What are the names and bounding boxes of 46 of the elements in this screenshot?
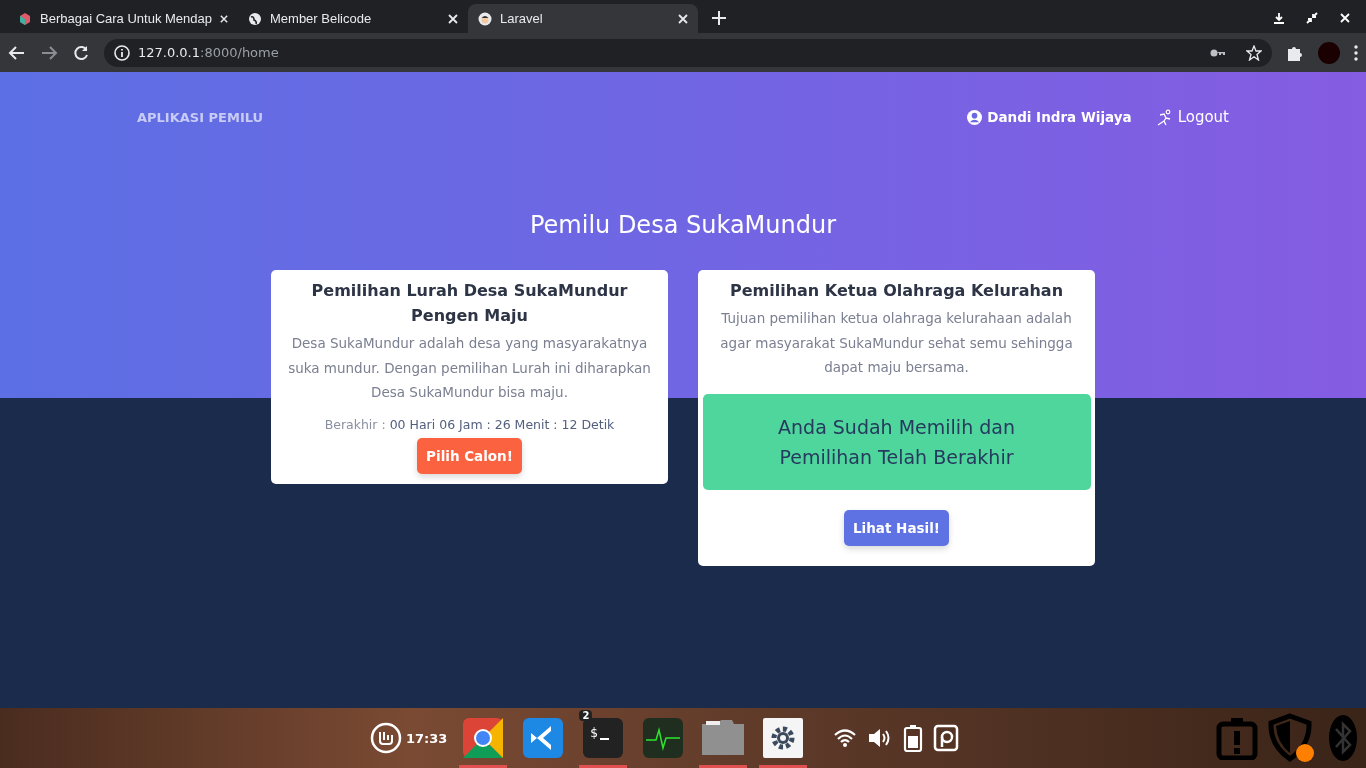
view-results-button[interactable]: Lihat Hasil! [844,509,949,546]
page-heading: Pemilu Desa SukaMundur [529,211,837,241]
chrome-icon[interactable] [463,718,504,758]
tab-title: Berbagai Cara Untuk Mendap [40,11,212,26]
key-icon[interactable] [1210,47,1226,58]
close-icon[interactable] [678,13,688,24]
card-description: Tujuan pemilihan ketua olahraga kelurahaan adalah agar masyarakat SukaMundur sehat semu sehingga dapat maju bersama. [719,309,1074,377]
clock-text: 17:33 [406,730,448,746]
url-text: 127.0.0.1:8000/home [138,45,279,60]
tab-title: Member Belicode [270,11,373,26]
forward-arrow-icon[interactable] [40,43,58,62]
user-icon [967,109,983,125]
countdown-text: Berakhir : 00 Hari 06 Jam : 26 Menit : 12 Detik [324,416,615,432]
activity-monitor-icon[interactable] [643,718,684,758]
tab-title: Laravel [500,11,544,26]
star-icon[interactable] [1246,44,1262,61]
browser-tab[interactable]: Berbagai Cara Untuk Mendap [8,4,238,33]
notification-badge: 2 [579,710,593,721]
info-icon[interactable] [114,44,130,61]
battery-icon[interactable] [903,724,924,752]
alert-clipboard-icon[interactable] [1216,716,1258,760]
card-title: Pemilihan Lurah Desa SukaMundur Pengen Maju [310,280,629,327]
card-description: Desa SukaMundur adalah desa yang masyarakatnya suka mundur. Dengan pemilihan Lurah ini diharapkan Desa SukaMundur bisa maju. [287,334,652,402]
cube-icon [18,11,32,26]
browser-tab[interactable]: Laravel [468,4,698,33]
folder-icon[interactable] [700,718,747,756]
new-tab-icon[interactable] [712,11,726,25]
browser-tab[interactable]: Member Belicode [238,4,468,33]
terminal-icon[interactable]: $ [583,718,624,758]
reload-icon[interactable] [72,43,90,62]
running-person-icon [1155,108,1173,126]
menu-icon[interactable] [1354,44,1358,61]
code-editor-icon[interactable] [523,718,564,758]
address-bar[interactable]: 127.0.0.1:8000/home [104,38,1272,67]
card-title: Pemilihan Ketua Olahraga Kelurahan [728,280,1065,302]
restore-icon[interactable] [1306,12,1318,24]
download-icon[interactable] [1274,12,1284,24]
wifi-icon[interactable] [833,728,858,748]
settings-icon[interactable] [763,718,804,758]
back-arrow-icon[interactable] [8,43,26,62]
menu-logo-icon[interactable] [370,722,402,754]
logout-link[interactable]: Logout [1155,108,1229,126]
user-link[interactable]: Dandi Indra Wijaya [967,109,1132,125]
close-icon[interactable] [448,13,458,24]
close-icon[interactable] [220,13,228,24]
voting-closed-notice: Anda Sudah Memilih dan Pemilihan Telah Berakhir [702,393,1091,490]
